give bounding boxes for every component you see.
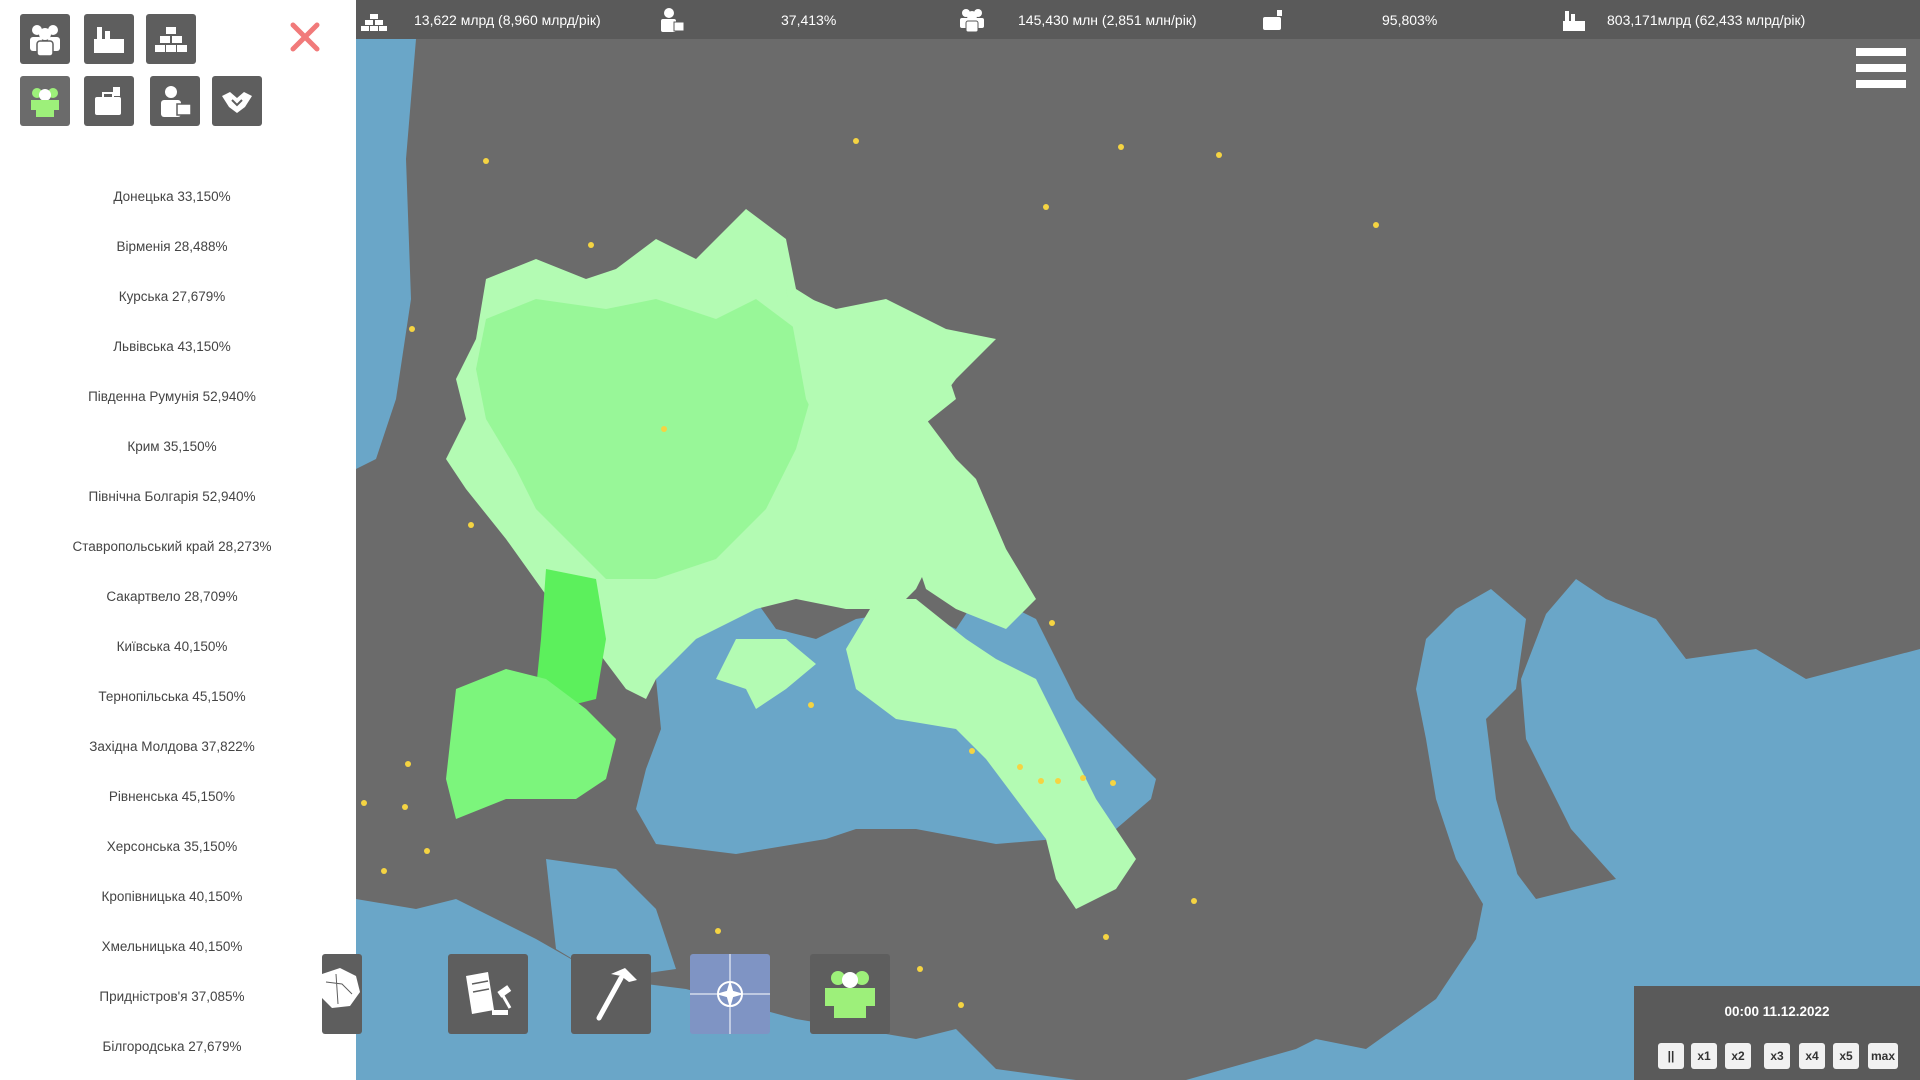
list-item[interactable]: Вірменія 28,488% <box>0 222 344 272</box>
population-category-button[interactable] <box>20 14 70 64</box>
person-briefcase-icon <box>661 7 685 32</box>
population-value: 145,430 млн (2,851 млн/рік) <box>1018 11 1197 28</box>
stats-bar: 13,622 млрд (8,960 млрд/рік) 37,413% 145… <box>356 0 1920 39</box>
diplomacy-category-button[interactable] <box>212 76 262 126</box>
list-item[interactable]: Київська 40,150% <box>0 622 344 672</box>
industry-value: 803,171млрд (62,433 млрд/рік) <box>1607 11 1806 28</box>
construction-button[interactable] <box>571 954 651 1034</box>
pause-button[interactable]: || <box>1658 1043 1684 1069</box>
sidebar: Донецька 33,150% Вірменія 28,488% Курська … <box>0 0 356 1080</box>
law-gavel-icon <box>466 972 512 1015</box>
list-item[interactable]: Хмельницька 40,150% <box>0 922 344 972</box>
list-item[interactable]: Західна Молдова 37,822% <box>0 722 344 772</box>
list-item[interactable]: Курська 27,679% <box>0 272 344 322</box>
menu-bar-bottom <box>1856 80 1906 88</box>
budget-stat <box>1261 0 1287 39</box>
business-category-button[interactable] <box>84 76 134 126</box>
time-panel: 00:00 11.12.2022 || x1 x2 x3 x4 x5 max <box>1634 986 1920 1080</box>
list-item[interactable]: Донецька 33,150% <box>0 172 344 222</box>
population-stat <box>959 0 985 39</box>
speed-max-button[interactable]: max <box>1868 1043 1898 1069</box>
list-item[interactable]: Сакартвело 28,709% <box>0 572 344 622</box>
gold-bars-icon <box>155 27 187 52</box>
list-item[interactable]: Тернопільська 45,150% <box>0 672 344 722</box>
gdp-stat <box>361 0 387 39</box>
list-item[interactable]: Білгородська 27,679% <box>0 1022 344 1072</box>
list-item[interactable]: Кропівницька 40,150% <box>0 872 344 922</box>
industry-stat <box>1561 0 1587 39</box>
list-item[interactable]: Північна Болгарія 52,940% <box>0 472 344 522</box>
speed-x5-button[interactable]: x5 <box>1833 1043 1859 1069</box>
person-briefcase-icon <box>161 86 192 117</box>
budget-value: 95,803% <box>1382 11 1438 28</box>
list-item[interactable]: Південна Румунія 52,940% <box>0 372 344 422</box>
workers-icon <box>31 88 59 117</box>
list-item[interactable]: Рівненська 45,150% <box>0 772 344 822</box>
employment-category-button[interactable] <box>150 76 200 126</box>
alliance-button[interactable] <box>690 954 770 1034</box>
briefcase-icon <box>95 87 121 115</box>
people-icon <box>960 8 984 32</box>
briefcase-icon <box>1263 9 1282 30</box>
hammer-icon <box>596 968 637 1021</box>
map-regions-icon <box>322 968 360 1008</box>
speed-x4-button[interactable]: x4 <box>1799 1043 1825 1069</box>
list-item[interactable]: Херсонська 35,150% <box>0 822 344 872</box>
world-map[interactable] <box>356 39 1920 1080</box>
nato-icon <box>690 954 770 1034</box>
speed-x2-button[interactable]: x2 <box>1725 1043 1751 1069</box>
workers-button[interactable] <box>810 954 890 1034</box>
unemployment-stat <box>659 0 685 39</box>
finance-category-button[interactable] <box>146 14 196 64</box>
region-list: Донецька 33,150% Вірменія 28,488% Курська … <box>0 172 344 1072</box>
gold-bars-icon <box>361 13 387 31</box>
menu-bar-middle <box>1856 64 1906 72</box>
handshake-icon <box>222 92 252 113</box>
regions-map-button[interactable] <box>322 954 362 1034</box>
factory-icon <box>94 27 124 53</box>
list-item[interactable]: Ставропольський край 28,273% <box>0 522 344 572</box>
workers-category-button[interactable] <box>20 76 70 126</box>
list-item[interactable]: Крим 35,150% <box>0 422 344 472</box>
factory-icon <box>1563 10 1585 31</box>
close-icon[interactable] <box>288 20 322 54</box>
game-date: 00:00 11.12.2022 <box>1724 1004 1830 1019</box>
workers-icon <box>825 971 875 1018</box>
laws-button[interactable] <box>448 954 528 1034</box>
menu-bar-top <box>1856 48 1906 56</box>
list-item[interactable]: Львівська 43,150% <box>0 322 344 372</box>
speed-x3-button[interactable]: x3 <box>1764 1043 1790 1069</box>
speed-x1-button[interactable]: x1 <box>1691 1043 1717 1069</box>
people-icon <box>30 25 60 57</box>
unemployment-value: 37,413% <box>781 11 837 28</box>
gdp-value: 13,622 млрд (8,960 млрд/рік) <box>414 11 601 28</box>
industry-category-button[interactable] <box>84 14 134 64</box>
list-item[interactable]: Придністров'я 37,085% <box>0 972 344 1022</box>
main-menu-button[interactable] <box>1856 48 1906 98</box>
